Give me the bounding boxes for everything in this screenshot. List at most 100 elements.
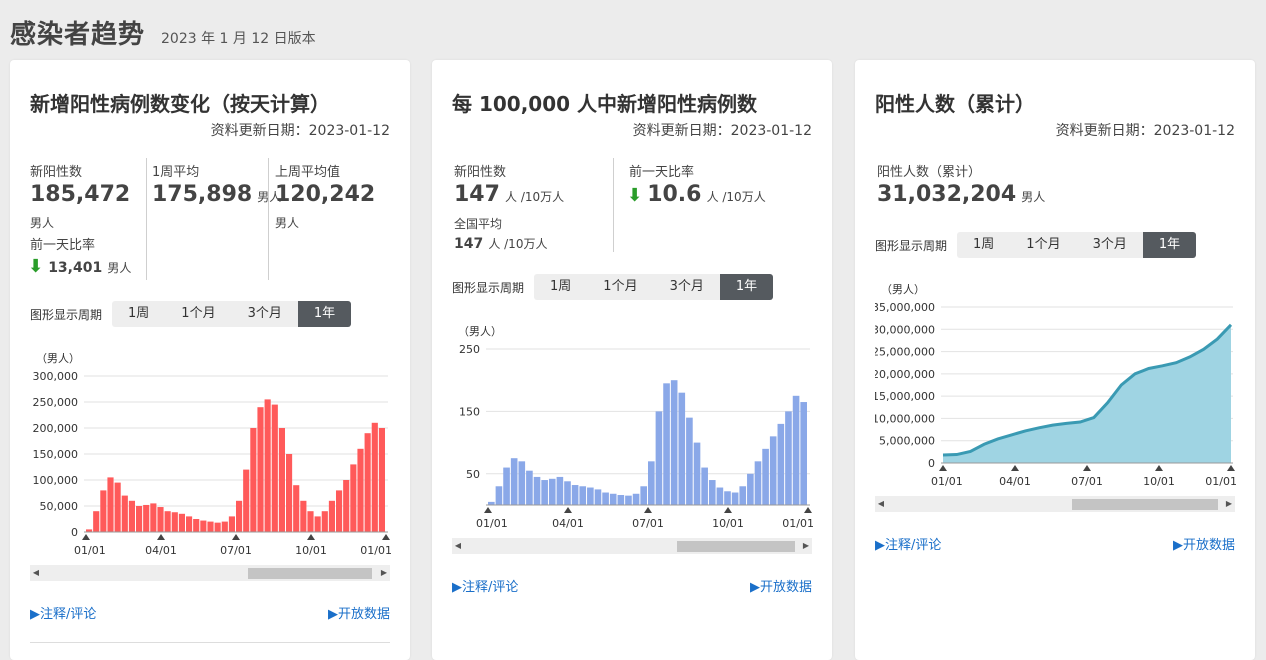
bar (548, 478, 556, 505)
new-cases-card: 新增阳性病例数变化（按天计算） 资料更新日期：2023-01-12 新阳性数 1… (10, 60, 410, 660)
bar (157, 507, 164, 532)
bar (747, 473, 754, 505)
page-version: 2023 年 1 月 12 日版本 (161, 31, 316, 47)
open-data-link[interactable]: ▶开放数据 (750, 576, 812, 595)
period-1week-button[interactable]: 1周 (957, 232, 1011, 258)
scroll-left-icon[interactable]: ◀ (875, 496, 887, 512)
y-tick-label: 250 (459, 343, 480, 356)
period-3month-button[interactable]: 3个月 (1076, 232, 1143, 258)
period-1week-button[interactable]: 1周 (112, 301, 166, 327)
bar (800, 402, 807, 505)
chart-scrollbar[interactable]: ◀ ▶ (452, 538, 812, 554)
x-tick-marker (939, 465, 947, 471)
bottom-divider (30, 642, 390, 643)
period-1month-button[interactable]: 1个月 (587, 274, 654, 300)
y-tick-label: 150,000 (33, 448, 79, 461)
bar (617, 495, 625, 505)
bar (739, 486, 747, 505)
bar (328, 500, 335, 532)
x-tick-label: 07/01 (632, 517, 664, 530)
x-tick-label: 01/01 (931, 475, 963, 488)
cumulative-card: 阳性人数（累计） 资料更新日期：2023-01-12 阳性人数（累计） 31,0… (855, 60, 1255, 660)
per-100k-chart: （男人） 250 150 50 01/01 04/01 07/01 10/01 01/01 (458, 325, 814, 530)
notes-link[interactable]: ▶注释/评论 (30, 603, 96, 622)
x-tick-marker (1011, 465, 1019, 471)
period-3month-button[interactable]: 3个月 (653, 274, 720, 300)
y-tick-label: 150 (459, 405, 480, 418)
period-1year-button[interactable]: 1年 (1142, 232, 1197, 258)
period-label: 图形显示周期 (30, 307, 103, 322)
bar (663, 383, 670, 505)
bar (271, 404, 278, 532)
new-positive-unit: 男人 (30, 216, 55, 230)
bar (571, 485, 579, 505)
x-tick-marker (1155, 465, 1163, 471)
card-title: 阳性人数（累计） (875, 92, 1035, 116)
bar (495, 486, 503, 505)
scroll-thumb[interactable] (1072, 499, 1218, 510)
bar (364, 433, 371, 532)
bar (264, 399, 271, 532)
chart-scrollbar[interactable]: ◀ ▶ (875, 496, 1235, 512)
notes-link[interactable]: ▶注释/评论 (452, 576, 518, 595)
update-date: 资料更新日期：2023-01-12 (210, 123, 390, 139)
y-tick-label: 0 (928, 457, 935, 470)
bar (336, 490, 343, 532)
per-100k-card: 每 100,000 人中新增阳性病例数 资料更新日期：2023-01-12 新阳… (432, 60, 832, 660)
national-avg-label: 全国平均 (454, 217, 503, 231)
x-tick-label: 10/01 (712, 517, 744, 530)
national-avg-unit: 人 /10万人 (488, 237, 548, 251)
scroll-right-icon[interactable]: ▶ (1223, 496, 1235, 512)
x-tick-label: 01/01 (360, 544, 392, 557)
scroll-thumb[interactable] (248, 568, 372, 579)
bar (150, 503, 157, 532)
bar (655, 411, 663, 505)
open-data-link[interactable]: ▶开放数据 (1173, 534, 1235, 553)
bar (724, 491, 731, 505)
x-tick-label: 10/01 (295, 544, 327, 557)
period-1year-button[interactable]: 1年 (719, 274, 774, 300)
new-positive-value: 185,472 (30, 182, 131, 207)
new-positive-value: 147 (454, 182, 500, 207)
new-positive-label: 新阳性数 (30, 165, 83, 180)
bar (350, 464, 357, 532)
bar (293, 485, 300, 532)
x-tick-label: 07/01 (220, 544, 252, 557)
period-1month-button[interactable]: 1个月 (1010, 232, 1077, 258)
y-tick-label: 50 (466, 468, 480, 481)
prev-day-unit: 人 /10万人 (706, 190, 766, 204)
prev-day-stat: ⬇ 13,401 男人 (28, 256, 131, 277)
bar (648, 461, 655, 505)
notes-link[interactable]: ▶注释/评论 (875, 534, 941, 553)
y-tick-label: 10,000,000 (875, 412, 935, 425)
bar (640, 486, 647, 505)
scroll-right-icon[interactable]: ▶ (800, 538, 812, 554)
period-1year-button[interactable]: 1年 (297, 301, 352, 327)
bar (594, 489, 602, 505)
y-tick-label: 250,000 (33, 396, 79, 409)
scroll-left-icon[interactable]: ◀ (452, 538, 464, 554)
bar (587, 487, 594, 505)
x-tick-marker (804, 507, 812, 513)
y-axis-label: （男人） (881, 283, 925, 296)
chart-scrollbar[interactable]: ◀ ▶ (30, 565, 390, 581)
bar (278, 428, 285, 532)
x-tick-label: 01/01 (782, 517, 814, 530)
update-date: 资料更新日期：2023-01-12 (632, 123, 812, 139)
period-selector: 图形显示周期 1周 1个月 3个月 1年 (30, 301, 352, 327)
scroll-right-icon[interactable]: ▶ (378, 565, 390, 581)
new-cases-chart: （男人） 300,000 250,000 200,000 150,000 100,000 5… (33, 352, 393, 557)
period-3month-button[interactable]: 3个月 (231, 301, 298, 327)
cumulative-label: 阳性人数（累计） (877, 165, 982, 180)
week-avg-stat: 175,898 男人 (152, 182, 281, 207)
bar (708, 480, 716, 505)
scroll-thumb[interactable] (677, 541, 795, 552)
bar (686, 417, 693, 505)
period-1month-button[interactable]: 1个月 (165, 301, 232, 327)
scroll-left-icon[interactable]: ◀ (30, 565, 42, 581)
open-data-link[interactable]: ▶开放数据 (328, 603, 390, 622)
last-week-avg-stat: 120,242 男人 (275, 182, 387, 236)
bar (193, 519, 200, 532)
update-date: 资料更新日期：2023-01-12 (1055, 123, 1235, 139)
period-1week-button[interactable]: 1周 (534, 274, 588, 300)
